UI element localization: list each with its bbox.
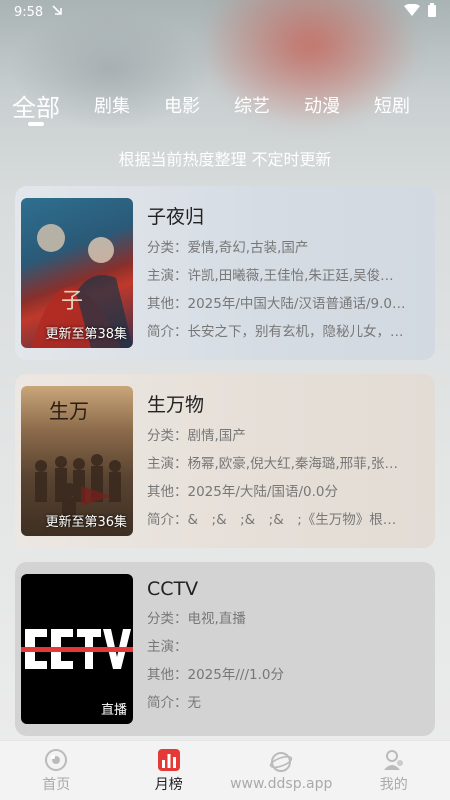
nav-label: 首页 <box>42 776 71 793</box>
nav-label: www.ddsp.app <box>230 775 333 792</box>
item-category: 分类：电视,直播 <box>147 611 246 627</box>
tab-label: 电影 <box>164 96 200 117</box>
item-other: 其他：2025年/中国大陆/汉语普通话/9.0… <box>147 296 406 312</box>
item-category: 分类：爱情,奇幻,古装,国产 <box>147 240 309 256</box>
tab-all[interactable]: 全部 <box>12 86 60 130</box>
status-bar: 9:58 <box>0 0 450 24</box>
nav-label: 月榜 <box>154 776 183 793</box>
status-icons <box>404 3 436 21</box>
tab-short-drama[interactable]: 短剧 <box>374 86 410 130</box>
item-info: CCTV 分类：电视,直播 主演： 其他：2025年///1.0分 简介：无 <box>147 574 435 736</box>
item-intro: 简介：无 <box>147 695 201 711</box>
bottom-nav: 首页 月榜 www.ddsp.app 我的 <box>0 740 450 800</box>
episode-badge: 更新至第36集 <box>45 515 127 530</box>
item-title: CCTV <box>147 578 199 600</box>
list-item[interactable]: 直播 CCTV 分类：电视,直播 主演： 其他：2025年///1.0分 简介：… <box>15 562 435 736</box>
tab-movies[interactable]: 电影 <box>164 86 200 130</box>
svg-text:生万: 生万 <box>49 399 89 423</box>
status-time: 9:58 <box>14 4 44 20</box>
item-cast: 主演：许凯,田曦薇,王佳怡,朱正廷,吴俊… <box>147 268 394 284</box>
user-icon <box>338 748 450 772</box>
chart-icon <box>113 748 225 772</box>
nav-website[interactable]: www.ddsp.app <box>225 750 337 792</box>
item-info: 子夜归 分类：爱情,奇幻,古装,国产 主演：许凯,田曦薇,王佳怡,朱正廷,吴俊…… <box>147 198 435 360</box>
wifi-icon <box>404 3 420 20</box>
list-item[interactable]: 生万 更新至第36集 生万物 分类：剧情,国产 主演：杨幂,欧豪,倪大红,秦海璐… <box>15 374 435 548</box>
category-tabs: 全部 剧集 电影 综艺 动漫 短剧 <box>0 86 450 134</box>
poster-image[interactable]: 直播 <box>21 574 133 724</box>
tab-anime[interactable]: 动漫 <box>304 86 340 130</box>
poster-image[interactable]: 子 更新至第38集 <box>21 198 133 348</box>
item-other: 其他：2025年///1.0分 <box>147 667 284 683</box>
poster-image[interactable]: 生万 更新至第36集 <box>21 386 133 536</box>
item-category: 分类：剧情,国产 <box>147 428 246 444</box>
live-badge: 直播 <box>100 703 127 718</box>
tab-series[interactable]: 剧集 <box>94 86 130 130</box>
item-intro: 简介：长安之下，别有玄机，隐秘儿女，… <box>147 324 404 340</box>
battery-icon <box>428 3 436 21</box>
cctv-logo <box>21 629 133 669</box>
home-icon <box>0 748 112 772</box>
item-info: 生万物 分类：剧情,国产 主演：杨幂,欧豪,倪大红,秦海璐,邢菲,张… 其他：2… <box>147 386 435 548</box>
nav-label: 我的 <box>379 776 408 793</box>
download-icon <box>51 4 63 20</box>
nav-monthly[interactable]: 月榜 <box>113 748 225 794</box>
tab-active-indicator <box>28 122 44 126</box>
tab-label: 动漫 <box>304 96 340 117</box>
svg-text:子: 子 <box>61 289 83 314</box>
tab-label: 剧集 <box>94 96 130 117</box>
list-item[interactable]: 子 更新至第38集 子夜归 分类：爱情,奇幻,古装,国产 主演：许凯,田曦薇,王… <box>15 186 435 360</box>
planet-icon <box>225 750 337 774</box>
episode-badge: 更新至第38集 <box>45 327 127 342</box>
tab-label: 综艺 <box>234 96 270 117</box>
item-other: 其他：2025年/大陆/国语/0.0分 <box>147 484 338 500</box>
ranking-subtitle: 根据当前热度整理 不定时更新 <box>118 150 332 169</box>
item-cast: 主演： <box>147 639 188 655</box>
nav-profile[interactable]: 我的 <box>338 748 450 794</box>
tab-label: 全部 <box>12 94 60 122</box>
item-title: 生万物 <box>147 394 205 416</box>
tab-variety[interactable]: 综艺 <box>234 86 270 130</box>
tab-label: 短剧 <box>374 96 410 117</box>
item-intro: 简介：& ;& ;& ;& ;《生万物》根… <box>147 512 397 528</box>
nav-home[interactable]: 首页 <box>0 748 112 794</box>
item-cast: 主演：杨幂,欧豪,倪大红,秦海璐,邢菲,张… <box>147 456 398 472</box>
item-title: 子夜归 <box>147 206 205 228</box>
